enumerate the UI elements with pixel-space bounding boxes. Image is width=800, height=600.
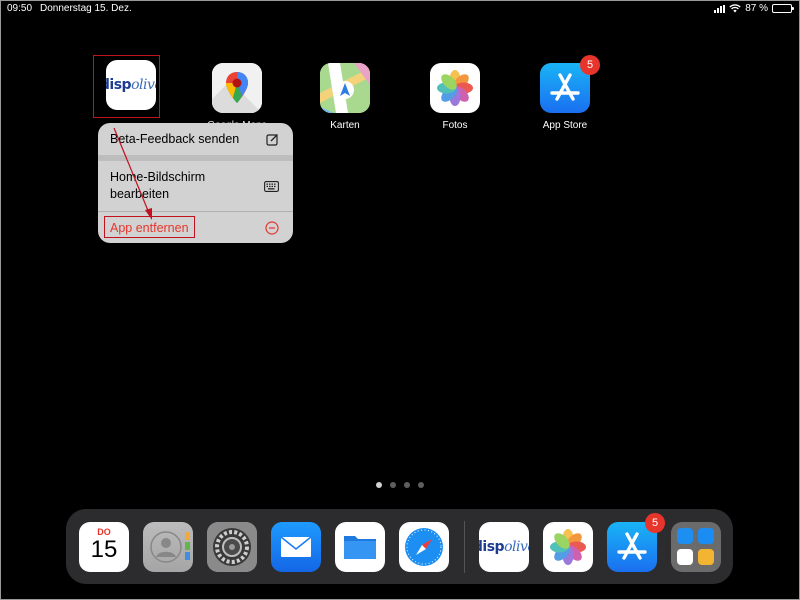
status-time: 09:50 [7, 3, 33, 14]
dock-app-mail[interactable] [271, 522, 321, 572]
menu-item-edit-home-screen[interactable]: Home-Bildschirm bearbeiten [98, 161, 293, 211]
dock-app-files[interactable] [335, 522, 385, 572]
app-app-store[interactable]: 5 App Store [538, 55, 600, 131]
dock: DO 15 isp oliv 5 [66, 509, 733, 584]
page-dot[interactable] [390, 482, 396, 488]
dock-app-folder[interactable] [671, 522, 721, 572]
mail-icon [280, 536, 312, 557]
minus-circle-icon [265, 220, 279, 235]
dock-app-dispolive[interactable]: dispolive [479, 522, 529, 572]
keyboard-icon [264, 180, 279, 192]
app-label-app-store: App Store [542, 120, 588, 131]
dock-app-safari[interactable] [399, 522, 449, 572]
photos-icon [550, 529, 586, 565]
app-dispolive[interactable]: dispolive [104, 60, 158, 110]
wifi-icon [729, 4, 741, 13]
app-label-fotos: Fotos [442, 120, 468, 131]
notification-badge: 5 [645, 513, 665, 533]
contacts-icon [150, 531, 190, 563]
page-dot[interactable] [404, 482, 410, 488]
edit-icon [266, 133, 278, 146]
google-maps-icon[interactable] [212, 63, 262, 113]
dock-app-photos[interactable] [543, 522, 593, 572]
battery-icon [772, 4, 794, 13]
mini-app-store-icon [697, 528, 714, 544]
compass-icon [405, 528, 443, 566]
dock-app-settings[interactable] [207, 522, 257, 572]
maps-icon[interactable] [320, 63, 370, 113]
app-google-maps[interactable]: Google Maps [207, 63, 267, 131]
battery-percent: 87 % [745, 3, 768, 14]
annotation-highlight-remove [104, 216, 195, 238]
app-fotos[interactable]: Fotos [428, 63, 482, 131]
dispolive-logo-icon[interactable]: dispolive [106, 60, 156, 110]
menu-item-label: Beta-Feedback senden [110, 132, 240, 146]
calendar-date: 15 [90, 536, 118, 563]
dock-divider [464, 521, 465, 573]
dock-app-calendar[interactable]: DO 15 [79, 522, 129, 572]
notification-badge: 5 [580, 55, 600, 75]
app-label-karten: Karten [330, 120, 360, 131]
menu-item-label: Home-Bildschirm bearbeiten [110, 169, 206, 202]
folder-icon [344, 536, 376, 559]
photos-icon[interactable] [430, 63, 480, 113]
page-indicator[interactable] [376, 482, 424, 488]
status-indicators: 87 % [714, 3, 794, 14]
gear-icon [207, 522, 257, 572]
mini-safari-icon [677, 548, 693, 565]
cellular-signal-icon [714, 4, 726, 13]
menu-item-beta-feedback[interactable]: Beta-Feedback senden [98, 123, 293, 155]
mini-tips-icon [697, 548, 714, 565]
page-dot[interactable] [376, 482, 382, 488]
page-dot[interactable] [418, 482, 424, 488]
status-date: Donnerstag 15. Dez. [40, 3, 132, 14]
app-karten[interactable]: Karten [318, 63, 372, 131]
status-bar: 09:50 Donnerstag 15. Dez. 87 % [0, 0, 800, 18]
mini-mail-icon [677, 528, 693, 544]
dock-app-contacts[interactable] [143, 522, 193, 572]
